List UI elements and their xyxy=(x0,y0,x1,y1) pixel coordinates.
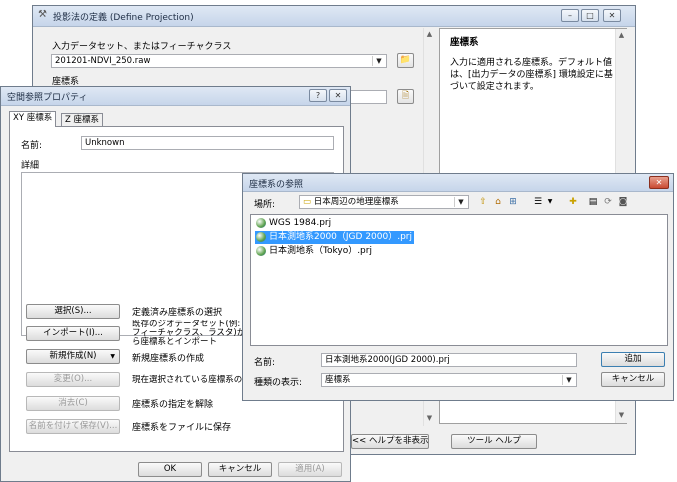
browse-titlebar[interactable]: 座標系の参照 ✕ xyxy=(243,174,673,192)
browse-name-input[interactable]: 日本測地系2000(JGD 2000).prj xyxy=(321,353,577,367)
spatial-reference-button[interactable]: 🗎 xyxy=(397,89,414,104)
file-list[interactable]: WGS 1984.prj 日本測地系2000（JGD 2000）.prj 日本測… xyxy=(250,214,668,346)
location-label: 場所: xyxy=(254,200,276,210)
input-dataset-label: 入力データセット、またはフィーチャクラス xyxy=(52,42,232,52)
browse-coordinate-system-window: 座標系の参照 ✕ 場所: ▭ 日本周辺の地理座標系 ▼ ⇧ ⌂ ⊞ ☰ ▼ ✚ … xyxy=(242,173,674,401)
maximize-icon: □ xyxy=(586,11,594,20)
browse-name-label: 名前: xyxy=(254,358,276,368)
globe-icon xyxy=(256,218,266,228)
close-icon: ✕ xyxy=(608,11,616,20)
scroll-up-icon[interactable]: ▲ xyxy=(424,30,435,38)
globe-icon xyxy=(256,232,266,242)
file-name: WGS 1984.prj xyxy=(269,218,332,228)
tab-xy-coordinate-system[interactable]: XY 座標系 xyxy=(9,111,57,127)
cancel-button[interactable]: キャンセル xyxy=(208,462,272,477)
clear-button[interactable]: 消去(C) xyxy=(26,396,120,411)
chevron-down-icon[interactable]: ▼ xyxy=(562,375,575,385)
minimize-button[interactable]: – xyxy=(561,9,579,22)
close-icon: ✕ xyxy=(655,178,663,187)
hammer-icon: ⚒ xyxy=(38,9,47,20)
new-folder-icon[interactable]: ✚ xyxy=(567,196,579,208)
file-name: 日本測地系2000（JGD 2000）.prj xyxy=(269,232,413,242)
connect-folder-icon[interactable]: ⊞ xyxy=(507,196,519,208)
show-type-value: 座標系 xyxy=(325,375,351,385)
folder-icon: 📁 xyxy=(399,55,412,65)
globe-icon xyxy=(256,246,266,256)
define-projection-titlebar[interactable]: ⚒ 投影法の定義 (Define Projection) – □ ✕ xyxy=(33,6,635,27)
chevron-down-icon[interactable]: ▼ xyxy=(454,197,467,207)
file-name: 日本測地系（Tokyo）.prj xyxy=(269,246,372,256)
chevron-down-icon[interactable]: ▼ xyxy=(372,56,385,66)
apply-button[interactable]: 適用(A) xyxy=(278,462,342,477)
select-desc: 定義済み座標系の選択 xyxy=(132,308,223,318)
browse-cancel-button[interactable]: キャンセル xyxy=(601,372,665,387)
save-as-desc: 座標系をファイルに保存 xyxy=(132,423,232,433)
details-label: 詳細 xyxy=(21,161,40,171)
browse-title: 座標系の参照 xyxy=(249,180,304,190)
save-as-button[interactable]: 名前を付けて保存(V)... xyxy=(26,419,120,434)
import-desc: 既存のジオデータセット(例: フィーチャクラス、ラスタ)から座標系とインポート xyxy=(132,320,246,347)
view-dropdown-icon[interactable]: ▼ xyxy=(544,196,556,208)
modify-button[interactable]: 変更(O)... xyxy=(26,372,120,387)
close-icon: ✕ xyxy=(334,91,342,100)
select-button[interactable]: 選択(S)... xyxy=(26,304,120,319)
tool-help-button[interactable]: ツール ヘルプ xyxy=(451,434,537,449)
list-item[interactable]: WGS 1984.prj xyxy=(255,217,333,230)
input-dataset-combo[interactable]: 201201-NDVI_250.raw ▼ xyxy=(51,54,387,68)
help-scroll-down-icon[interactable]: ▼ xyxy=(616,411,627,419)
show-type-combo[interactable]: 座標系 ▼ xyxy=(321,373,577,387)
spatial-reference-titlebar[interactable]: 空間参照プロパティ ? ✕ xyxy=(1,87,350,106)
home-icon[interactable]: ⌂ xyxy=(492,196,504,208)
list-item[interactable]: 日本測地系（Tokyo）.prj xyxy=(255,245,374,258)
properties-icon: 🗎 xyxy=(401,91,410,101)
chevron-down-icon: ▼ xyxy=(110,353,115,360)
new-button-label: 新規作成(N) xyxy=(49,351,97,361)
add-button[interactable]: 追加 xyxy=(601,352,665,367)
window-title: 投影法の定義 (Define Projection) xyxy=(53,13,194,23)
spatial-reference-close-button[interactable]: ✕ xyxy=(329,89,347,102)
clear-desc: 座標系の指定を解除 xyxy=(132,400,214,410)
location-combo[interactable]: ▭ 日本周辺の地理座標系 ▼ xyxy=(299,195,469,209)
spatial-reference-title: 空間参照プロパティ xyxy=(7,93,88,103)
modify-desc: 現在選択されている座標系のプロパティ xyxy=(132,375,250,385)
import-button[interactable]: インポート(I)... xyxy=(26,326,120,341)
new-desc: 新規座標系の作成 xyxy=(132,354,205,364)
help-scroll-up-icon[interactable]: ▲ xyxy=(616,31,627,39)
help-title: 座標系 xyxy=(450,37,479,48)
close-button[interactable]: ✕ xyxy=(603,9,621,22)
ok-button[interactable]: OK xyxy=(138,462,202,477)
toolbox-icon[interactable]: ◙ xyxy=(617,196,629,208)
show-type-label: 種類の表示: xyxy=(254,378,303,388)
name-field: Unknown xyxy=(81,136,334,150)
scroll-down-icon[interactable]: ▼ xyxy=(424,414,435,422)
input-dataset-value: 201201-NDVI_250.raw xyxy=(55,56,151,66)
view-list-icon[interactable]: ☰ xyxy=(532,196,544,208)
minimize-icon: – xyxy=(568,11,572,20)
maximize-button[interactable]: □ xyxy=(581,9,599,22)
question-icon: ? xyxy=(315,91,321,100)
browse-toolbar: ⇧ ⌂ ⊞ ☰ ▼ ✚ ▤ ⟳ ◙ xyxy=(477,196,667,209)
location-value: 日本周辺の地理座標系 xyxy=(313,197,399,207)
list-item-selected[interactable]: 日本測地系2000（JGD 2000）.prj xyxy=(255,231,415,244)
catalog-icon[interactable]: ▤ xyxy=(587,196,599,208)
name-label: 名前: xyxy=(21,141,43,151)
help-text: 入力に適用される座標系。デフォルト値は、[出力データの座標系] 環境設定に基づい… xyxy=(450,58,613,92)
name-value: Unknown xyxy=(85,138,125,148)
up-folder-icon[interactable]: ⇧ xyxy=(477,196,489,208)
refresh-icon[interactable]: ⟳ xyxy=(602,196,614,208)
tab-z-coordinate-system[interactable]: Z 座標系 xyxy=(61,113,104,127)
browse-close-button[interactable]: ✕ xyxy=(649,176,669,189)
help-button[interactable]: ? xyxy=(309,89,327,102)
folder-icon: ▭ xyxy=(303,197,312,207)
hide-help-button[interactable]: << ヘルプを非表示 xyxy=(351,434,429,449)
new-button[interactable]: 新規作成(N) ▼ xyxy=(26,349,120,364)
browse-name-value: 日本測地系2000(JGD 2000).prj xyxy=(325,355,450,365)
browse-dataset-button[interactable]: 📁 xyxy=(397,53,414,68)
